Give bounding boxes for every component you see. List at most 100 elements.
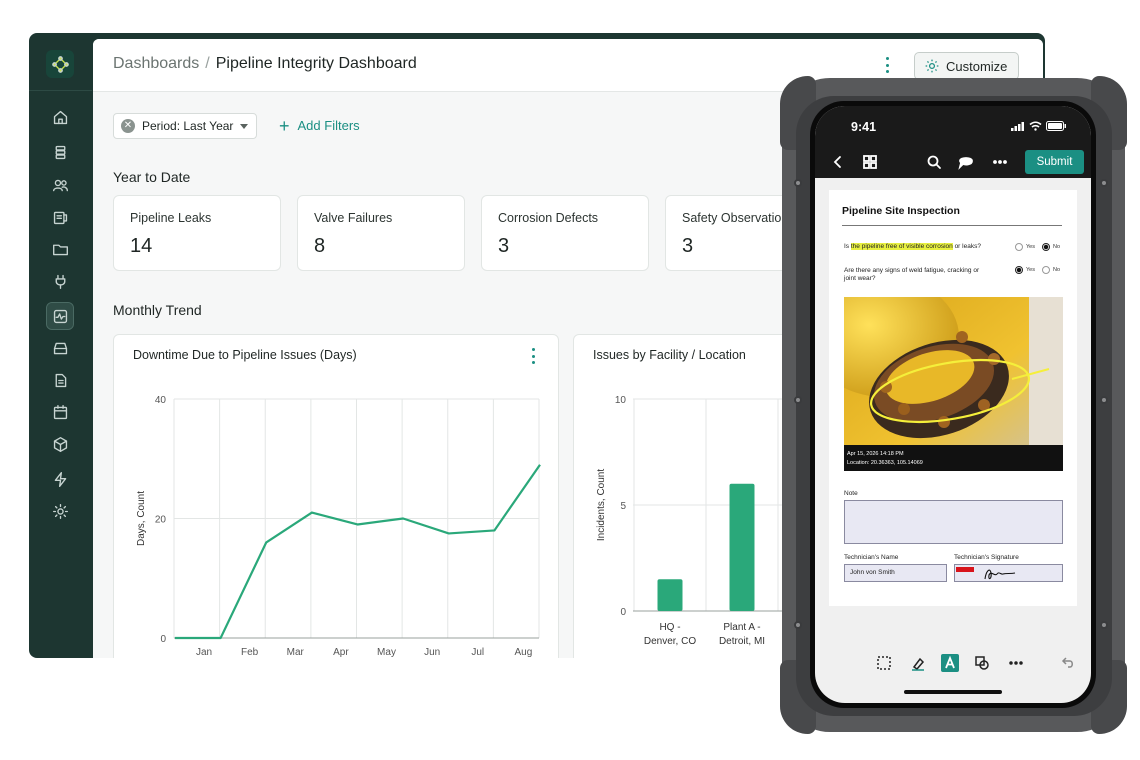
submit-button[interactable]: Submit [1025, 150, 1084, 174]
sidebar-item-forms[interactable] [47, 204, 73, 230]
add-filters-button[interactable]: + Add Filters [279, 117, 360, 135]
sidebar-item-reports[interactable] [47, 367, 73, 393]
more-options-icon[interactable] [885, 57, 889, 73]
sidebar-item-dashboards[interactable] [46, 302, 74, 330]
more-tools-button[interactable] [1007, 654, 1025, 672]
downtime-line-chart: 02040JanFebMarAprMayJunJulAugSepDays, Co… [136, 395, 541, 658]
home-indicator [904, 690, 1002, 694]
tech-name-field[interactable]: John von Smith [844, 564, 947, 582]
x-tick-label: Aug [514, 647, 532, 658]
text-icon [945, 655, 955, 669]
radio-circle-selected [1015, 266, 1023, 274]
radio-no[interactable]: No [1042, 266, 1060, 274]
kpi-label: Pipeline Leaks [130, 211, 212, 225]
period-filter-value: Last Year [183, 119, 234, 133]
bar [729, 483, 755, 611]
layers-icon [55, 145, 65, 159]
downtime-series-line [175, 464, 541, 640]
clear-filter-icon[interactable]: ✕ [121, 119, 135, 133]
ellipsis-icon [993, 160, 1007, 164]
radio-yes[interactable]: Yes [1015, 243, 1035, 251]
tech-name-label: Technician's Name [844, 554, 899, 561]
chart-card-downtime: Downtime Due to Pipeline Issues (Days) 0… [113, 334, 559, 658]
signature-icon [956, 567, 1016, 580]
rail-divider [29, 90, 92, 91]
question-text: or leaks? [952, 243, 981, 250]
wifi-icon [1029, 121, 1042, 131]
logo-icon [51, 55, 69, 73]
undo-icon [1061, 657, 1073, 668]
sidebar-item-calendar[interactable] [47, 399, 73, 425]
comments-button[interactable] [958, 154, 976, 172]
inspection-photo[interactable]: Apr 15, 2026 14:18 PM Location: 20.36363… [844, 297, 1063, 471]
x-tick-label: Denver, CO [644, 636, 696, 647]
period-filter-chip[interactable]: ✕ Period: Last Year [113, 113, 257, 139]
phone-screen: 9:41 Submit Pipeline Site Inspection Is … [815, 106, 1091, 703]
note-field[interactable] [844, 500, 1063, 544]
inbox-icon [53, 342, 67, 354]
kpi-label: Valve Failures [314, 211, 393, 225]
y-axis-label: Days, Count [136, 491, 147, 546]
x-tick-label: May [377, 647, 396, 658]
screw-icon [1100, 621, 1108, 629]
screw-icon [794, 621, 802, 629]
x-tick-label: Apr [333, 647, 349, 658]
kpi-value: 3 [498, 235, 510, 257]
x-tick-label: Jan [196, 647, 212, 658]
back-button[interactable] [830, 154, 848, 172]
highlighter-tool[interactable] [909, 654, 927, 672]
text-tool[interactable] [941, 654, 959, 672]
sidebar-item-layers[interactable] [47, 139, 73, 165]
x-tick-label: Mar [287, 647, 305, 658]
breadcrumb-root[interactable]: Dashboards [113, 55, 199, 72]
highlighter-icon [912, 657, 925, 671]
question-weld: Are there any signs of weld fatigue, cra… [844, 267, 980, 282]
kpi-value: 8 [314, 235, 326, 257]
gear-icon [52, 503, 68, 519]
app-logo[interactable] [46, 50, 74, 78]
highlighted-text[interactable]: the pipeline free of visible corrosion [850, 243, 953, 250]
customize-button[interactable]: Customize [914, 52, 1019, 80]
bolt-icon [54, 471, 66, 487]
radio-no[interactable]: No [1042, 243, 1060, 251]
select-tool[interactable] [875, 654, 893, 672]
sidebar-item-assets[interactable] [47, 431, 73, 457]
dashboard-icon [53, 309, 67, 323]
chevron-down-icon [240, 124, 248, 129]
kpi-card-corrosion[interactable]: Corrosion Defects 3 [481, 195, 649, 271]
sidebar-item-automations[interactable] [47, 466, 73, 492]
sidebar-item-folder[interactable] [47, 236, 73, 262]
more-button[interactable] [992, 154, 1010, 172]
shapes-tool[interactable] [973, 654, 991, 672]
sidebar-item-home[interactable] [47, 104, 73, 130]
pages-grid-button[interactable] [862, 154, 880, 172]
chat-bubble-icon [958, 157, 973, 170]
y-tick-label: 5 [620, 501, 626, 512]
shapes-icon [975, 656, 989, 670]
app-toolbar: Submit [815, 148, 1091, 178]
stage: Dashboards / Pipeline Integrity Dashboard … [0, 0, 1140, 760]
page-title: Pipeline Integrity Dashboard [215, 55, 417, 72]
folder-icon [52, 244, 68, 255]
tech-signature-field[interactable] [954, 564, 1063, 582]
document-icon [55, 373, 66, 387]
breadcrumb: Dashboards / Pipeline Integrity Dashboard [113, 55, 417, 73]
search-button[interactable] [926, 154, 944, 172]
kpi-card-leaks[interactable]: Pipeline Leaks 14 [113, 195, 281, 271]
screw-icon [794, 179, 802, 187]
rugged-phone: 9:41 Submit Pipeline Site Inspection Is … [780, 76, 1127, 734]
sidebar-item-inbox[interactable] [47, 335, 73, 361]
sidebar-item-users[interactable] [47, 172, 73, 198]
sidebar-item-settings[interactable] [47, 498, 73, 524]
period-filter-key: Period: [142, 119, 181, 133]
undo-button[interactable] [1059, 654, 1077, 672]
sidebar-item-integrations[interactable] [47, 268, 73, 294]
form-document: Pipeline Site Inspection Is the pipeline… [829, 190, 1077, 606]
radio-label: No [1053, 244, 1061, 250]
screw-icon [1100, 179, 1108, 187]
photo-caption: Apr 15, 2026 14:18 PM Location: 20.36363… [844, 445, 1063, 471]
battery-icon [1046, 121, 1066, 131]
radio-yes[interactable]: Yes [1015, 266, 1035, 274]
chevron-left-icon [833, 156, 841, 168]
kpi-card-valves[interactable]: Valve Failures 8 [297, 195, 465, 271]
